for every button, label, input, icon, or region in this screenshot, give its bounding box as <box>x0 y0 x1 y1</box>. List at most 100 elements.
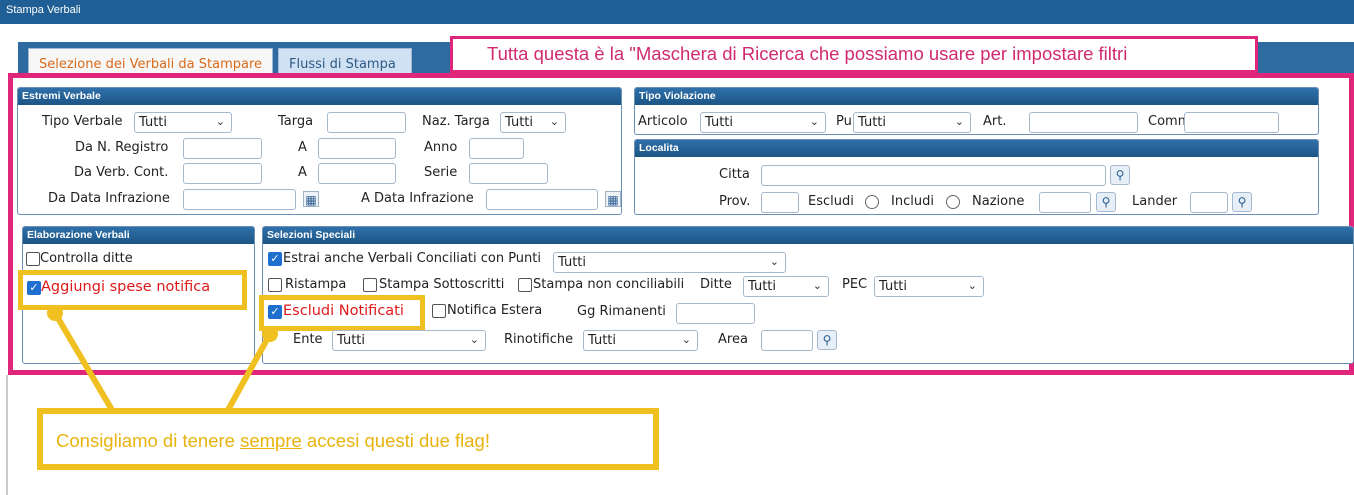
lander-label: Lander <box>1132 194 1178 209</box>
notifica-estera-checkbox[interactable] <box>432 304 446 318</box>
notifica-estera-label: Notifica Estera <box>447 303 543 318</box>
tab-selezione-verbali[interactable]: Selezione dei Verbali da Stampare <box>28 48 273 76</box>
selezioni-speciali-header: Selezioni Speciali <box>263 227 1353 244</box>
annotation-bottom-underlined: sempre <box>240 430 302 451</box>
citta-label: Citta <box>719 167 750 182</box>
estrai-conciliati-checkbox[interactable]: ✓ <box>268 252 282 266</box>
chevron-down-icon: ⌄ <box>769 255 779 268</box>
lander-input[interactable] <box>1190 192 1228 213</box>
estrai-conciliati-select[interactable]: Tutti ⌄ <box>553 252 786 273</box>
stampa-non-conciliabili-label: Stampa non conciliabili <box>533 277 685 292</box>
stampa-sottoscritti-label: Stampa Sottoscritti <box>379 277 505 292</box>
rinotifiche-label: Rinotifiche <box>504 332 574 347</box>
serie-input[interactable] <box>469 163 548 184</box>
chevron-down-icon: ⌄ <box>967 279 977 292</box>
window-title: Stampa Verbali <box>6 4 81 16</box>
escludi-radio[interactable] <box>865 195 879 209</box>
gg-rimanenti-label: Gg Rimanenti <box>577 304 666 319</box>
art-input[interactable] <box>1029 112 1138 133</box>
includi-label: Includi <box>891 194 934 209</box>
chevron-down-icon: ⌄ <box>215 115 225 128</box>
gg-rimanenti-input[interactable] <box>676 303 755 324</box>
includi-radio[interactable] <box>946 195 960 209</box>
annotation-top: Tutta questa è la "Maschera di Ricerca c… <box>450 36 1258 73</box>
da-data-infrazione-input[interactable] <box>183 189 296 210</box>
chevron-down-icon: ⌄ <box>681 333 691 346</box>
ristampa-checkbox[interactable] <box>268 278 282 292</box>
a-registro-label: A <box>298 140 307 155</box>
search-icon[interactable]: ⚲ <box>1096 192 1116 212</box>
pec-value: Tutti <box>879 279 908 294</box>
da-data-infrazione-label: Da Data Infrazione <box>48 191 170 206</box>
naz-targa-label: Naz. Targa <box>422 114 490 129</box>
da-verb-cont-label: Da Verb. Cont. <box>74 165 169 180</box>
tipo-violazione-header: Tipo Violazione <box>635 88 1318 105</box>
escludi-label: Escludi <box>808 194 854 209</box>
search-icon[interactable]: ⚲ <box>1232 192 1252 212</box>
estrai-conciliati-value: Tutti <box>558 255 587 270</box>
art-label: Art. <box>983 114 1007 129</box>
da-n-registro-input[interactable] <box>183 138 262 159</box>
escludi-notificati-label: Escludi Notificati <box>283 303 404 319</box>
escludi-notificati-checkbox[interactable]: ✓ <box>268 305 282 319</box>
estremi-verbale-header: Estremi Verbale <box>18 88 621 105</box>
annotation-bottom: Consigliamo di tenere sempre accesi ques… <box>37 408 659 470</box>
aggiungi-spese-checkbox[interactable]: ✓ <box>27 281 41 295</box>
calendar-icon[interactable]: ▦ <box>605 191 621 207</box>
comma-input[interactable] <box>1184 112 1279 133</box>
search-icon[interactable]: ⚲ <box>817 330 837 350</box>
controlla-ditte-checkbox[interactable] <box>26 252 40 266</box>
articolo-select[interactable]: Tutti ⌄ <box>700 112 826 133</box>
pec-select[interactable]: Tutti ⌄ <box>874 276 984 297</box>
articolo-label: Articolo <box>638 114 688 129</box>
tipo-verbale-select[interactable]: Tutti ⌄ <box>134 112 232 133</box>
citta-input[interactable] <box>761 165 1106 186</box>
ditte-value: Tutti <box>748 279 777 294</box>
a-registro-input[interactable] <box>318 138 396 159</box>
prov-label: Prov. <box>719 194 751 209</box>
tipo-verbale-label: Tipo Verbale <box>42 114 123 129</box>
pec-label: PEC <box>842 277 868 292</box>
a-verb-cont-label: A <box>298 165 307 180</box>
stampa-sottoscritti-checkbox[interactable] <box>363 278 377 292</box>
aggiungi-spese-label: Aggiungi spese notifica <box>41 279 211 295</box>
ente-select[interactable]: Tutti ⌄ <box>332 330 486 351</box>
targa-input[interactable] <box>327 112 406 133</box>
area-label: Area <box>718 332 748 347</box>
rinotifiche-value: Tutti <box>588 333 617 348</box>
serie-label: Serie <box>424 165 458 180</box>
naz-targa-value: Tutti <box>505 115 534 130</box>
punti-value: Tutti <box>858 115 887 130</box>
punti-select[interactable]: Tutti ⌄ <box>853 112 971 133</box>
rinotifiche-select[interactable]: Tutti ⌄ <box>583 330 698 351</box>
area-input[interactable] <box>761 330 813 351</box>
left-scroll-edge <box>6 375 8 495</box>
a-data-infrazione-label: A Data Infrazione <box>361 191 474 206</box>
articolo-value: Tutti <box>705 115 734 130</box>
elaborazione-verbali-header: Elaborazione Verbali <box>23 227 254 244</box>
ditte-select[interactable]: Tutti ⌄ <box>743 276 829 297</box>
chevron-down-icon: ⌄ <box>549 115 559 128</box>
controlla-ditte-label: Controlla ditte <box>40 251 133 266</box>
chevron-down-icon: ⌄ <box>812 279 822 292</box>
prov-input[interactable] <box>761 192 799 213</box>
stampa-non-conciliabili-checkbox[interactable] <box>518 278 532 292</box>
chevron-down-icon: ⌄ <box>954 115 964 128</box>
da-verb-cont-input[interactable] <box>183 163 262 184</box>
search-icon[interactable]: ⚲ <box>1110 165 1130 185</box>
a-data-infrazione-input[interactable] <box>486 189 598 210</box>
annotation-bottom-text-2: accesi questi due flag! <box>301 430 490 451</box>
tab-flussi-stampa[interactable]: Flussi di Stampa <box>278 48 412 76</box>
calendar-icon[interactable]: ▦ <box>303 191 319 207</box>
chevron-down-icon: ⌄ <box>809 115 819 128</box>
anno-input[interactable] <box>469 138 524 159</box>
chevron-down-icon: ⌄ <box>469 333 479 346</box>
da-n-registro-label: Da N. Registro <box>75 140 169 155</box>
anno-label: Anno <box>424 140 458 155</box>
a-verb-cont-input[interactable] <box>318 163 396 184</box>
ristampa-label: Ristampa <box>285 277 347 292</box>
targa-label: Targa <box>278 114 314 129</box>
nazione-input[interactable] <box>1039 192 1091 213</box>
naz-targa-select[interactable]: Tutti ⌄ <box>500 112 566 133</box>
tipo-verbale-value: Tutti <box>139 115 168 130</box>
